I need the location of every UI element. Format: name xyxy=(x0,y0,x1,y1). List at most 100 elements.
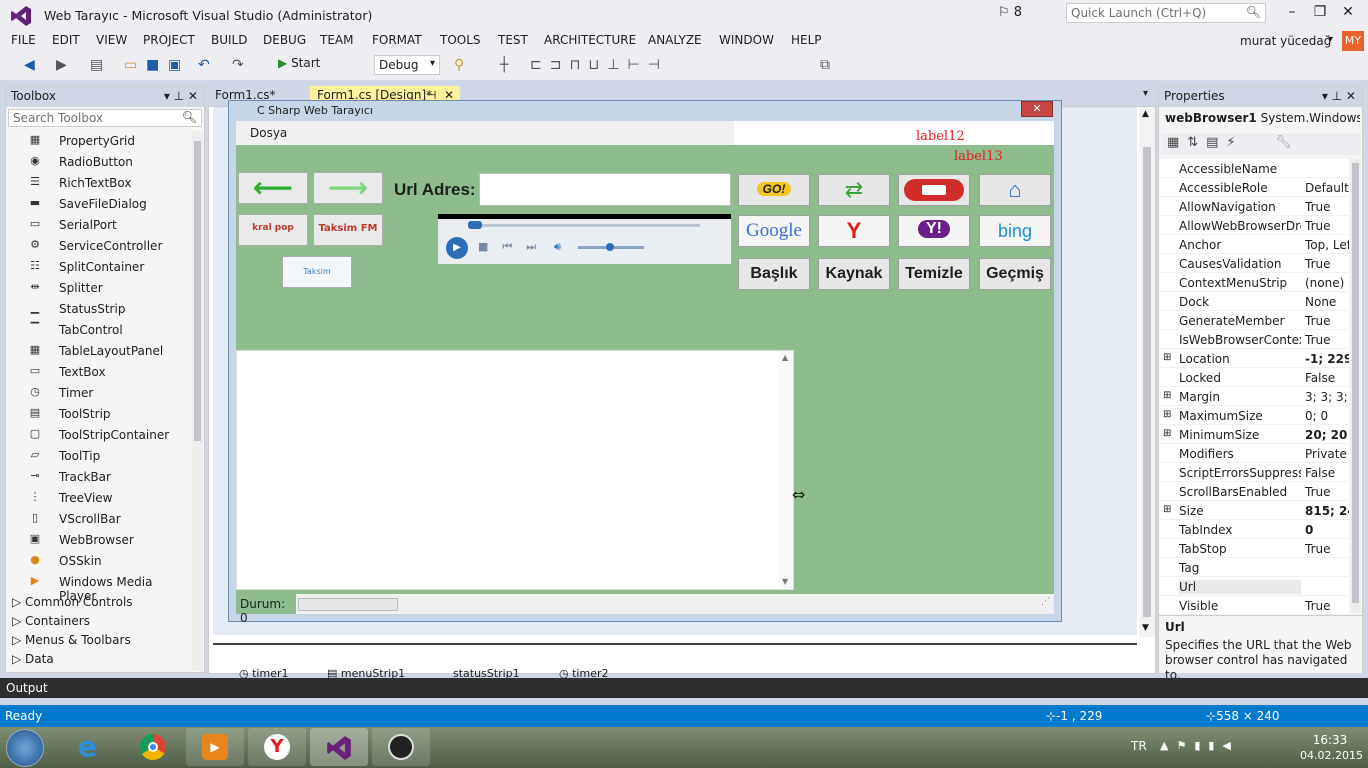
seek-thumb[interactable] xyxy=(468,221,482,229)
property-value[interactable]: True xyxy=(1305,200,1349,214)
property-row[interactable]: CausesValidation True xyxy=(1159,254,1349,273)
expand-icon[interactable]: ⊞ xyxy=(1163,504,1171,515)
toolbox-item-savefiledialog[interactable]: ▬ SaveFileDialog xyxy=(26,194,191,214)
menu-file[interactable]: FILE xyxy=(11,33,36,47)
expand-icon[interactable]: ⊞ xyxy=(1163,390,1171,401)
scroll-up-icon[interactable]: ▲ xyxy=(782,353,788,362)
pin-icon[interactable]: ▾ ⊥ ✕ xyxy=(1322,89,1356,103)
expand-icon[interactable]: ⊞ xyxy=(1163,352,1171,363)
maximize-button[interactable]: ❐ xyxy=(1306,4,1334,20)
property-row[interactable]: ContextMenuStrip (none) xyxy=(1159,273,1349,292)
kral-pop-button[interactable]: kral pop xyxy=(238,214,308,246)
property-value[interactable]: 3; 3; 3; 3 xyxy=(1305,390,1349,404)
size-grip-icon[interactable]: ⋰ xyxy=(1041,597,1050,607)
notification-flag-icon[interactable]: ⚐ 8 xyxy=(998,5,1022,20)
menu-dosya[interactable]: Dosya xyxy=(250,126,287,140)
designer-scrollbar[interactable]: ▲ ▼ xyxy=(1139,107,1155,637)
scroll-up-icon[interactable]: ▲ xyxy=(1142,109,1149,119)
property-row[interactable]: ScriptErrorsSuppressed False xyxy=(1159,463,1349,482)
start-debugging-button[interactable]: ▶ Start xyxy=(278,56,320,70)
find-icon[interactable]: ⚲ xyxy=(454,57,464,73)
toolbox-item-trackbar[interactable]: ⊸ TrackBar xyxy=(26,467,191,487)
toolbox-item-toolstripcontainer[interactable]: ▢ ToolStripContainer xyxy=(26,425,191,445)
menu-analyze[interactable]: ANALYZE xyxy=(648,33,702,47)
google-button[interactable]: Google xyxy=(738,215,810,247)
gecmis-button[interactable]: Geçmiş xyxy=(979,258,1051,290)
toolbox-search-input[interactable]: Search Toolbox 🔍︎ xyxy=(8,109,202,127)
property-pages-icon[interactable]: 🔧︎ xyxy=(1275,135,1292,150)
toolbox-item-toolstrip[interactable]: ▤ ToolStrip xyxy=(26,404,191,424)
toolbox-item-osskin[interactable]: ● OSSkin xyxy=(26,551,191,571)
property-row[interactable]: TabIndex 0 xyxy=(1159,520,1349,539)
property-row[interactable]: Dock None xyxy=(1159,292,1349,311)
scrollbar-thumb[interactable] xyxy=(194,141,201,441)
play-button[interactable]: ▶ xyxy=(446,237,468,259)
toolbox-item-statusstrip[interactable]: ▁ StatusStrip xyxy=(26,299,191,319)
property-value[interactable]: True xyxy=(1305,599,1349,613)
property-value[interactable]: True xyxy=(1305,219,1349,233)
open-folder-icon[interactable]: ▭ xyxy=(124,57,137,73)
toolbox-item-treeview[interactable]: ⋮ TreeView xyxy=(26,488,191,508)
menu-debug[interactable]: DEBUG xyxy=(263,33,306,47)
tab-order-icon[interactable]: ⧉ xyxy=(820,57,830,73)
web-browser-control[interactable]: ▲ ▼ xyxy=(236,350,794,590)
toolbox-category-data[interactable]: ▷ Data xyxy=(12,652,54,666)
kaynak-button[interactable]: Kaynak xyxy=(818,258,890,290)
minimize-button[interactable]: – xyxy=(1278,4,1306,20)
yandex-browser-icon[interactable]: Y xyxy=(248,728,306,766)
clock-date[interactable]: 04.02.2015 xyxy=(1300,749,1363,762)
yahoo-button[interactable]: Y! xyxy=(898,215,970,247)
menu-tools[interactable]: TOOLS xyxy=(440,33,481,47)
clock-time[interactable]: 16:33 xyxy=(1302,733,1358,747)
property-value[interactable]: (none) xyxy=(1305,276,1349,290)
scrollbar-thumb[interactable] xyxy=(1143,147,1151,617)
volume-thumb[interactable] xyxy=(606,243,614,251)
close-button[interactable]: ✕ xyxy=(1334,4,1362,20)
media-player-taskbar-icon[interactable]: ▶ xyxy=(186,728,244,766)
property-row[interactable]: IsWebBrowserContextM True xyxy=(1159,330,1349,349)
menu-project[interactable]: PROJECT xyxy=(143,33,195,47)
expand-icon[interactable]: ⊞ xyxy=(1163,428,1171,439)
property-row[interactable]: ⊞ Location -1; 229 xyxy=(1159,349,1349,368)
property-row[interactable]: AllowNavigation True xyxy=(1159,197,1349,216)
yandex-button[interactable]: Y xyxy=(818,215,890,247)
toolbox-category-containers[interactable]: ▷ Containers xyxy=(12,614,90,628)
player-controls-icon[interactable]: ■⏮⏭ xyxy=(478,240,550,254)
property-row[interactable]: GenerateMember True xyxy=(1159,311,1349,330)
back-icon[interactable]: ◀ xyxy=(24,57,35,73)
property-row[interactable]: ScrollBarsEnabled True xyxy=(1159,482,1349,501)
redo-icon[interactable]: ↷ xyxy=(232,57,244,73)
scroll-down-icon[interactable]: ▼ xyxy=(1142,623,1149,633)
property-row[interactable]: AllowWebBrowserDrop True xyxy=(1159,216,1349,235)
form-close-button[interactable]: ✕ xyxy=(1021,101,1053,117)
chrome-icon[interactable] xyxy=(124,728,182,766)
chevron-down-icon[interactable]: ▾ xyxy=(1143,88,1148,99)
property-value[interactable]: True xyxy=(1305,485,1349,499)
toolbox-item-webbrowser[interactable]: ▣ WebBrowser xyxy=(26,530,191,550)
toolbox-scrollbar[interactable] xyxy=(192,131,203,671)
internet-explorer-icon[interactable]: e xyxy=(62,728,120,766)
toolbox-item-tabcontrol[interactable]: ▔ TabControl xyxy=(26,320,191,340)
property-value[interactable]: 0 xyxy=(1305,523,1349,537)
property-value[interactable]: 20; 20 xyxy=(1305,428,1349,442)
property-value[interactable]: Default xyxy=(1305,181,1349,195)
toolbox-item-splitcontainer[interactable]: ☷ SplitContainer xyxy=(26,257,191,277)
property-value[interactable]: -1; 229 xyxy=(1305,352,1349,366)
forward-button[interactable]: ⟶ xyxy=(313,172,383,204)
property-value[interactable]: True xyxy=(1305,542,1349,556)
toolbox-item-windows-media-player[interactable]: ▶ Windows Media Player xyxy=(26,572,191,603)
menu-window[interactable]: WINDOW xyxy=(719,33,774,47)
layout-tools-icon[interactable]: ⊏⊐⊓⊔⊥⊢⊣ xyxy=(530,57,668,73)
taksim-fm-button[interactable]: Taksim FM xyxy=(313,214,383,246)
property-row[interactable]: Locked False xyxy=(1159,368,1349,387)
property-row[interactable]: ⊞ MaximumSize 0; 0 xyxy=(1159,406,1349,425)
taksim-button[interactable]: Taksim xyxy=(282,256,352,288)
quick-launch-input[interactable]: Quick Launch (Ctrl+Q) 🔍︎ xyxy=(1066,3,1266,23)
property-value[interactable]: False xyxy=(1305,466,1349,480)
obs-icon[interactable] xyxy=(372,728,430,766)
toolbox-item-tablelayoutpanel[interactable]: ▦ TableLayoutPanel xyxy=(26,341,191,361)
toolbox-item-textbox[interactable]: ▭ TextBox xyxy=(26,362,191,382)
property-value[interactable]: True xyxy=(1305,333,1349,347)
toolbox-category-common-controls[interactable]: ▷ Common Controls xyxy=(12,595,133,609)
undo-icon[interactable]: ↶ xyxy=(198,57,210,73)
